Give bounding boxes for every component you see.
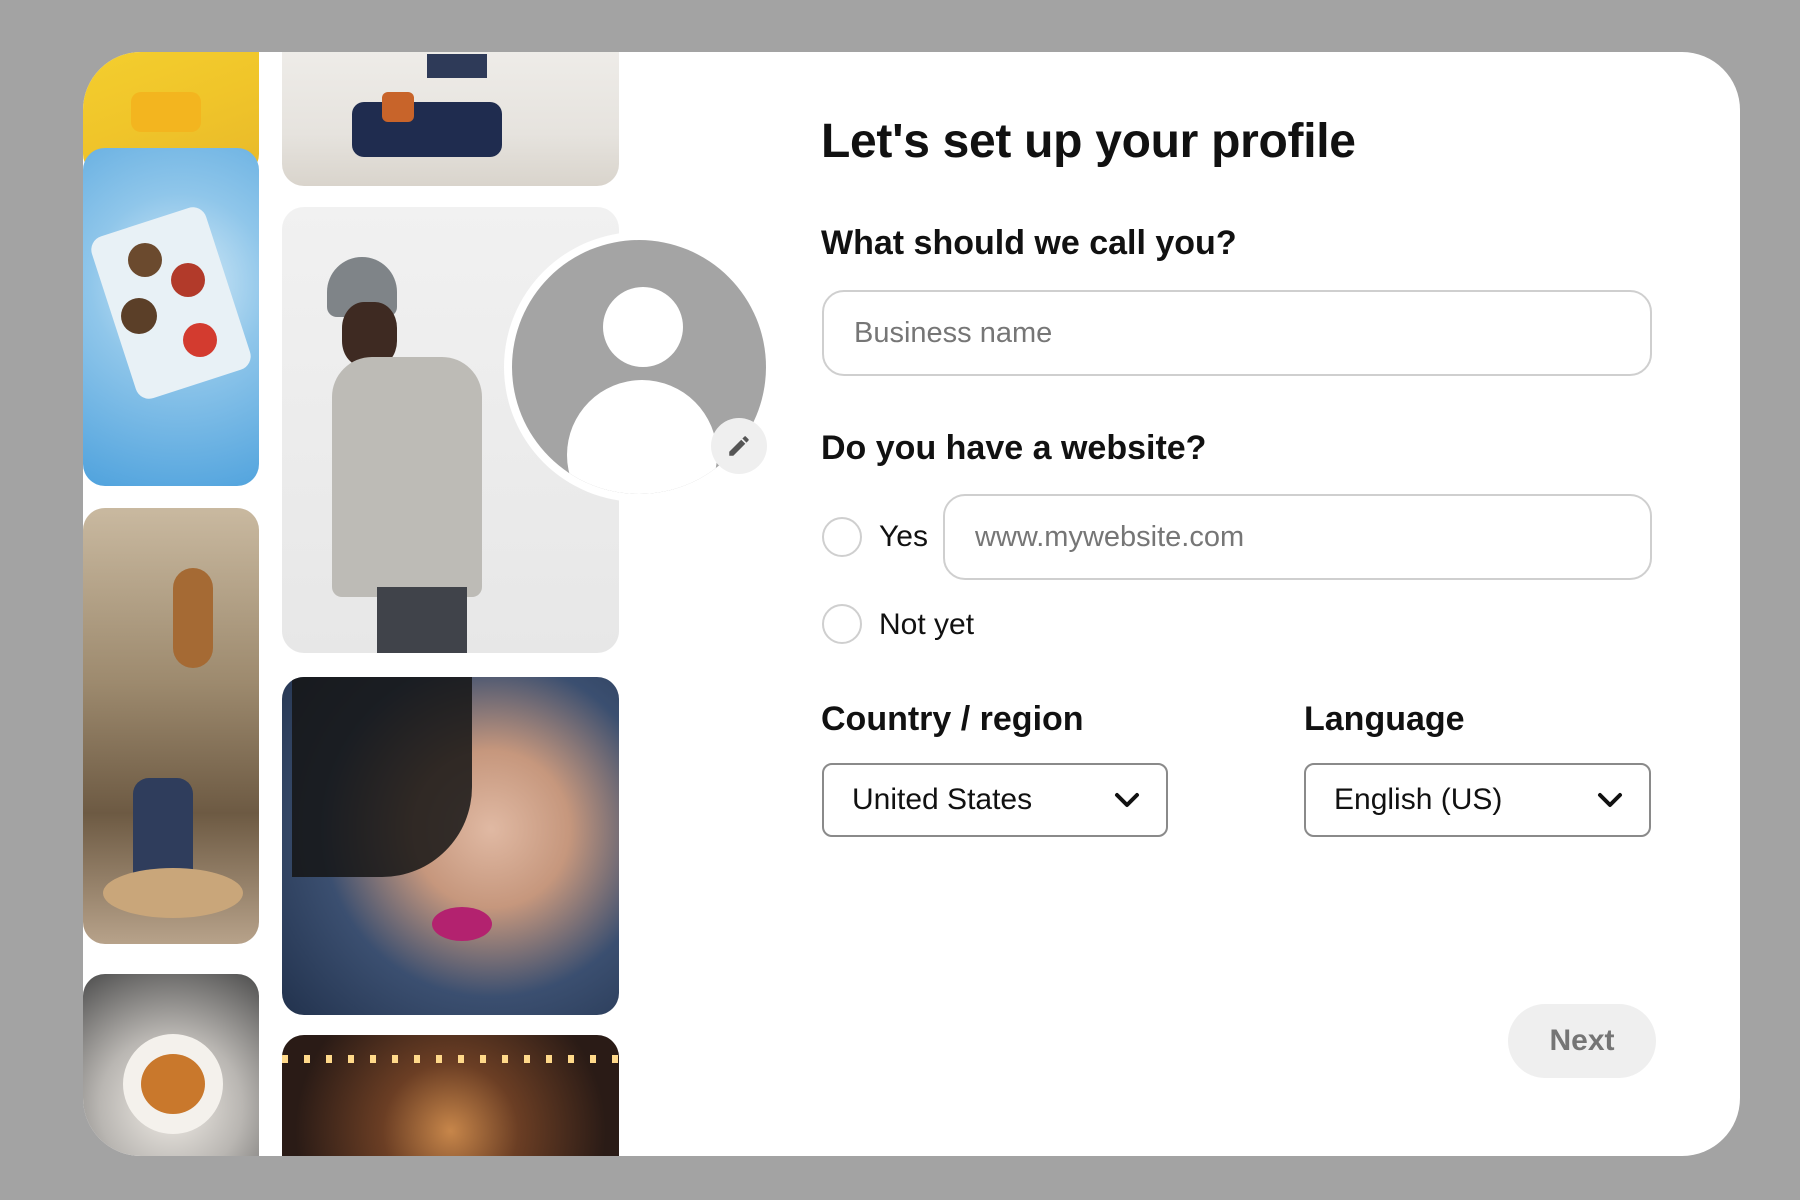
language-value: English (US): [1334, 783, 1503, 816]
edit-avatar-button[interactable]: [711, 418, 767, 474]
website-not-yet-radio[interactable]: [822, 604, 862, 644]
next-button[interactable]: Next: [1508, 1004, 1656, 1078]
website-not-yet-label: Not yet: [879, 608, 975, 641]
photo-tile-woman-portrait: [282, 677, 619, 1015]
language-label: Language: [1304, 700, 1465, 738]
website-yes-radio[interactable]: [822, 517, 862, 557]
chevron-down-icon: [1115, 793, 1139, 807]
photo-tile-living-room: [282, 52, 619, 186]
photo-tile-food-tray: [83, 148, 259, 486]
country-region-select[interactable]: United States: [822, 763, 1168, 837]
country-region-value: United States: [852, 783, 1033, 816]
page-title: Let's set up your profile: [821, 115, 1356, 168]
language-select[interactable]: English (US): [1304, 763, 1651, 837]
pencil-icon: [729, 436, 749, 456]
profile-setup-card: Let's set up your profile What should we…: [83, 52, 1740, 1156]
photo-tile-bowl: [83, 974, 259, 1156]
website-yes-label: Yes: [879, 520, 928, 553]
chevron-down-icon: [1598, 793, 1622, 807]
photo-tile-kids-bunkbed: [83, 508, 259, 944]
website-question-label: Do you have a website?: [821, 429, 1207, 467]
country-region-label: Country / region: [821, 700, 1084, 738]
business-name-input[interactable]: [822, 290, 1652, 376]
name-question-label: What should we call you?: [821, 224, 1237, 262]
website-url-input[interactable]: [943, 494, 1652, 580]
photo-tile-night-street: [282, 1035, 619, 1156]
